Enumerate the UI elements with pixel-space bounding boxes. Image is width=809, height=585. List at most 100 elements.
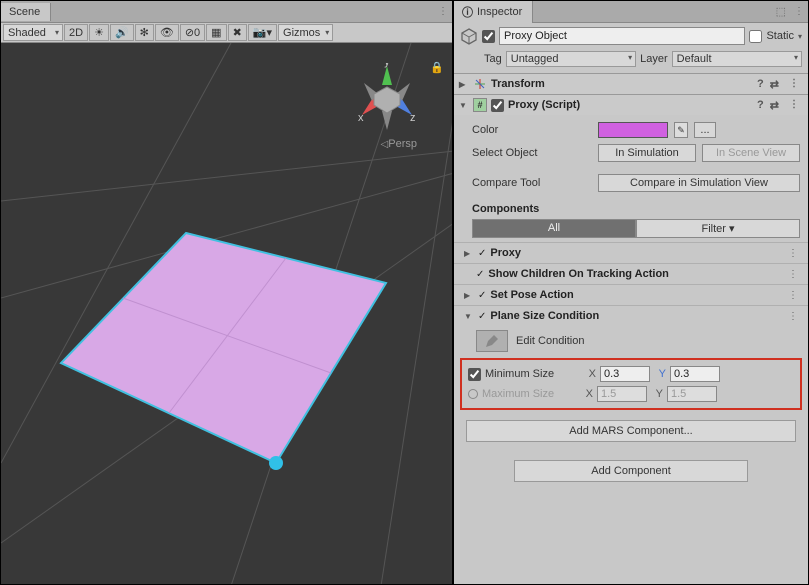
transform-icon <box>473 77 487 91</box>
scene-menu-icon[interactable]: ⋮ <box>434 6 452 17</box>
scene-viewport[interactable]: y x z 🔒 ◁Persp <box>1 43 452 584</box>
foldout-icon: ▼ <box>464 312 474 321</box>
preset-icon[interactable]: ⇄ <box>770 99 779 112</box>
plane-handle[interactable] <box>269 456 283 470</box>
active-checkbox[interactable] <box>482 30 495 43</box>
object-name-input[interactable] <box>499 27 745 45</box>
checkmark-icon <box>478 247 486 259</box>
lock-icon[interactable]: ⬚ <box>772 5 790 18</box>
lighting-toggle-icon[interactable]: ☀ <box>89 24 109 41</box>
in-scene-view-button[interactable]: In Scene View <box>702 144 800 162</box>
inspector-tab[interactable]: ⓘ Inspector <box>454 1 533 23</box>
checkmark-icon <box>476 268 484 280</box>
color-extra-button[interactable]: ... <box>694 122 716 138</box>
tag-value: Untagged <box>511 53 559 65</box>
inspector-menu-icon[interactable]: ⋮ <box>790 6 808 17</box>
x-label: X <box>581 388 593 400</box>
add-component-button[interactable]: Add Component <box>514 460 748 482</box>
sub-show-children-row[interactable]: Show Children On Tracking Action ⋮ <box>454 263 808 284</box>
components-label: Components <box>472 203 800 215</box>
sub-plane-size-row[interactable]: ▼ Plane Size Condition ⋮ <box>454 305 808 326</box>
components-filter-segment: All Filter ▾ <box>472 219 800 238</box>
help-icon[interactable]: ? <box>757 78 764 91</box>
tag-dropdown[interactable]: Untagged <box>506 51 636 67</box>
edit-condition-button[interactable] <box>476 330 508 352</box>
shading-mode-dropdown[interactable]: Shaded <box>3 24 63 41</box>
sub-proxy-label: Proxy <box>490 247 521 259</box>
static-dropdown-icon[interactable]: ▾ <box>798 32 802 41</box>
object-header: Static ▾ <box>454 23 808 49</box>
transform-label: Transform <box>491 78 545 90</box>
transform-component: ▶ Transform ? ⇄ ⋮ <box>454 73 808 94</box>
svg-text:y: y <box>384 63 390 68</box>
component-menu-icon[interactable]: ⋮ <box>785 78 803 91</box>
gizmo-lock-icon[interactable]: 🔒 <box>430 61 444 74</box>
compare-button[interactable]: Compare in Simulation View <box>598 174 800 192</box>
min-y-input[interactable] <box>670 366 720 382</box>
help-icon[interactable]: ? <box>757 99 764 112</box>
sub-menu-icon[interactable]: ⋮ <box>784 248 802 259</box>
plane-object[interactable] <box>51 223 411 503</box>
fx-toggle-icon[interactable]: ✻ <box>135 24 154 41</box>
add-mars-component-button[interactable]: Add MARS Component... <box>466 420 796 442</box>
inspector-panel: ⓘ Inspector ⬚ ⋮ Static ▾ Tag Untagged La… <box>453 0 809 585</box>
gizmos-label: Gizmos <box>283 27 320 39</box>
inspector-tab-label: Inspector <box>477 6 522 18</box>
persp-label[interactable]: ◁Persp <box>381 138 417 150</box>
x-label: X <box>584 368 596 380</box>
foldout-icon: ▶ <box>464 291 474 300</box>
audio-toggle-icon[interactable]: 🔊 <box>110 24 134 41</box>
sub-menu-icon[interactable]: ⋮ <box>784 311 802 322</box>
tools-icon[interactable]: ✖ <box>228 24 247 41</box>
max-y-input <box>667 386 717 402</box>
script-icon: # <box>473 98 487 112</box>
transform-header[interactable]: ▶ Transform ? ⇄ ⋮ <box>454 74 808 94</box>
sub-set-pose-label: Set Pose Action <box>490 289 573 301</box>
svg-text:z: z <box>410 112 416 124</box>
preset-icon[interactable]: ⇄ <box>770 78 779 91</box>
min-x-input[interactable] <box>600 366 650 382</box>
orientation-gizmo[interactable]: y x z <box>352 63 422 133</box>
proxy-label: Proxy (Script) <box>508 99 580 111</box>
2d-toggle[interactable]: 2D <box>64 24 88 41</box>
color-field[interactable] <box>598 122 668 138</box>
static-checkbox[interactable] <box>749 30 762 43</box>
component-menu-icon[interactable]: ⋮ <box>785 99 803 112</box>
proxy-header[interactable]: ▼ # Proxy (Script) ? ⇄ ⋮ <box>454 95 808 115</box>
max-size-row: Maximum Size X Y <box>468 384 794 404</box>
svg-text:x: x <box>358 112 364 124</box>
sub-proxy-row[interactable]: ▶ Proxy ⋮ <box>454 242 808 263</box>
min-size-toggle[interactable] <box>468 368 481 381</box>
sub-menu-icon[interactable]: ⋮ <box>784 290 802 301</box>
max-size-toggle[interactable] <box>468 389 478 399</box>
max-x-input <box>597 386 647 402</box>
pencil-icon <box>484 333 500 349</box>
filter-segment[interactable]: Filter ▾ <box>636 219 800 238</box>
min-size-label: Minimum Size <box>485 368 580 380</box>
size-condition-box: Minimum Size X Y Maximum Size X Y <box>460 358 802 410</box>
layer-dropdown[interactable]: Default <box>672 51 802 67</box>
foldout-icon: ▼ <box>459 101 469 110</box>
sub-set-pose-row[interactable]: ▶ Set Pose Action ⋮ <box>454 284 808 305</box>
eyedropper-icon[interactable]: ✎ <box>674 122 688 138</box>
all-segment[interactable]: All <box>472 219 636 238</box>
sub-menu-icon[interactable]: ⋮ <box>784 269 802 280</box>
in-simulation-button[interactable]: In Simulation <box>598 144 696 162</box>
layer-value: Default <box>677 53 712 65</box>
tag-label: Tag <box>484 53 502 65</box>
edit-condition-label: Edit Condition <box>516 335 585 347</box>
color-label: Color <box>472 124 592 136</box>
scene-tab[interactable]: Scene <box>1 3 51 21</box>
y-label: Y <box>654 368 666 380</box>
gizmos-dropdown[interactable]: Gizmos <box>278 24 333 41</box>
inspector-tab-bar: ⓘ Inspector ⬚ ⋮ <box>454 1 808 23</box>
checkmark-icon <box>478 310 486 322</box>
camera-icon[interactable]: 📷▾ <box>248 24 277 41</box>
compare-tool-label: Compare Tool <box>472 177 592 189</box>
gameobject-icon[interactable] <box>460 27 478 45</box>
proxy-enabled-checkbox[interactable] <box>491 99 504 112</box>
y-label: Y <box>651 388 663 400</box>
scene-vis-icon[interactable]: 👁 <box>155 24 179 41</box>
hidden-count-icon[interactable]: ⊘0 <box>180 24 205 41</box>
grid-toggle-icon[interactable]: ▦ <box>206 24 226 41</box>
